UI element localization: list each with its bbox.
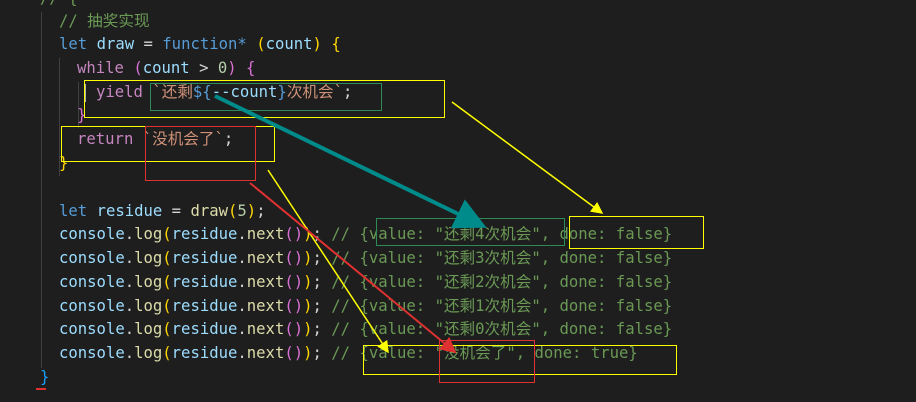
annotation-arrows [214, 94, 604, 354]
arrow-return-to-final-result [267, 169, 389, 354]
code-editor[interactable]: // { // 抽奖实现 let draw = function* (count… [0, 0, 916, 402]
arrow-return-string-to-final-value [249, 182, 457, 354]
arrow-yield-to-value [214, 94, 487, 229]
arrow-yield-to-done-false [451, 101, 604, 214]
